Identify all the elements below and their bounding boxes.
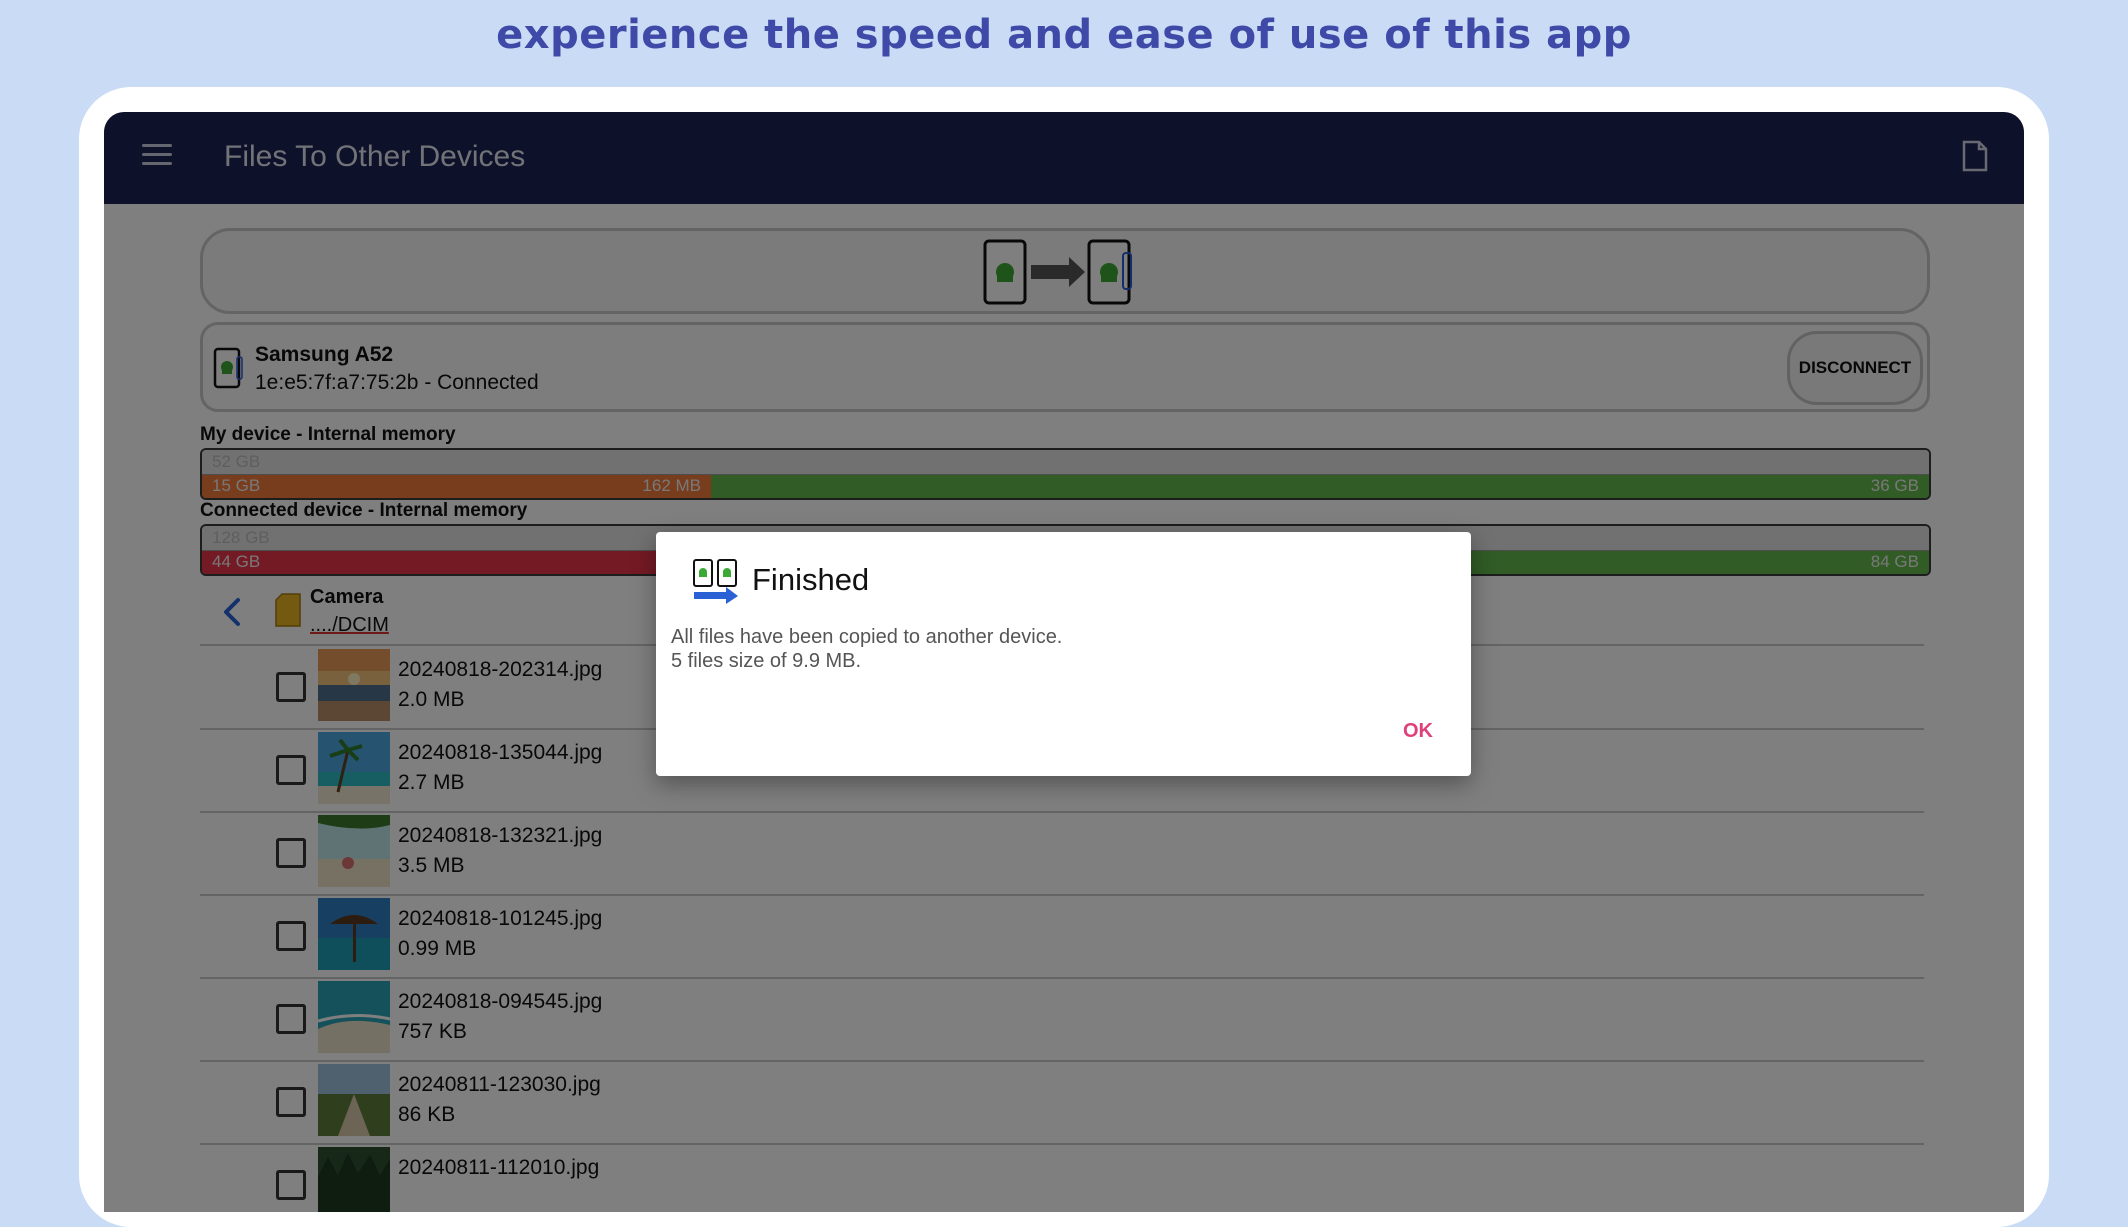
ok-button[interactable]: OK — [1395, 716, 1441, 747]
finished-dialog: Finished All files have been copied to a… — [656, 532, 1471, 776]
dialog-summary: 5 files size of 9.9 MB. — [671, 650, 862, 672]
promo-banner-text: experience the speed and ease of use of … — [496, 12, 1632, 58]
dialog-message: All files have been copied to another de… — [671, 626, 1063, 648]
transfer-complete-icon — [693, 559, 738, 604]
app-screen: Files To Other Devices — [104, 112, 2024, 1212]
dialog-title: Finished — [752, 562, 870, 597]
